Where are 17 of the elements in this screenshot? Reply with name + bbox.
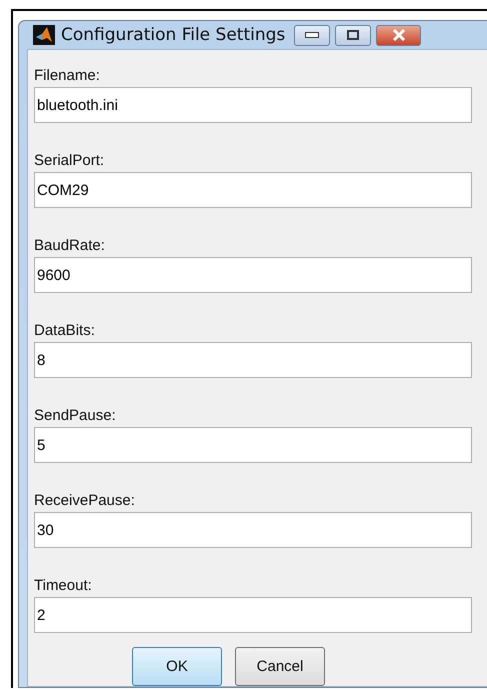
field-label: DataBits: xyxy=(34,321,95,341)
field-label: SendPause: xyxy=(34,406,116,426)
input-field[interactable]: 30 xyxy=(34,512,472,548)
field-label: BaudRate: xyxy=(34,236,105,256)
field-label: Filename: xyxy=(34,66,100,86)
ok-button[interactable]: OK xyxy=(132,647,222,686)
input-field[interactable]: 2 xyxy=(34,597,472,633)
cancel-button[interactable]: Cancel xyxy=(235,647,325,686)
field-label: ReceivePause: xyxy=(34,491,135,511)
input-field[interactable]: COM29 xyxy=(34,172,472,208)
input-field[interactable]: 9600 xyxy=(34,257,472,293)
input-field[interactable]: bluetooth.ini xyxy=(34,87,472,123)
input-field[interactable]: 8 xyxy=(34,342,472,378)
field-label: SerialPort: xyxy=(34,151,104,171)
input-field[interactable]: 5 xyxy=(34,427,472,463)
window-title: Configuration File Settings xyxy=(61,25,286,45)
field-label: Timeout: xyxy=(34,576,92,596)
